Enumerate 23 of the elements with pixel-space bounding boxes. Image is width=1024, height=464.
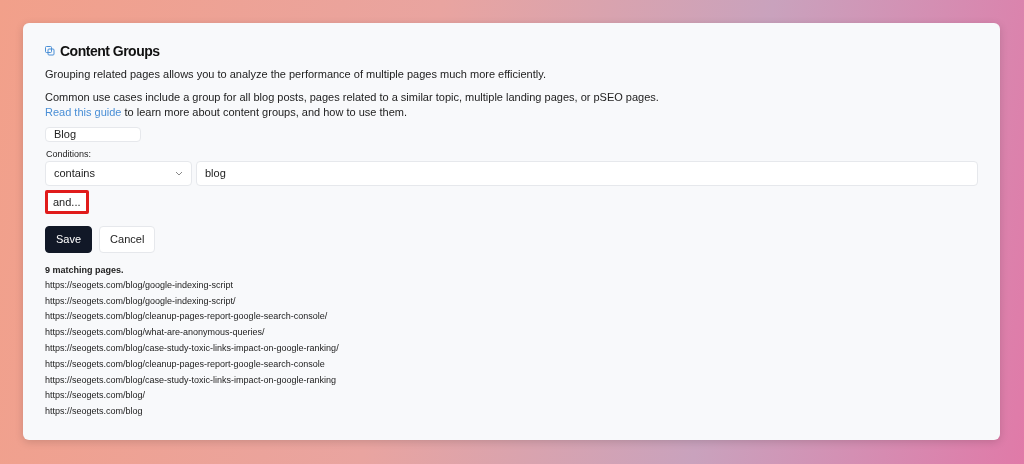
page-url: https://seogets.com/blog bbox=[45, 405, 144, 419]
page-title: Content Groups bbox=[60, 43, 160, 59]
name-field[interactable]: Blog bbox=[45, 127, 141, 142]
page-url: https://seogets.com/blog/google-indexing-script bbox=[45, 278, 235, 292]
page-url: https://seogets.com/blog/case-study-toxic-links-impact-on-google-ranking/ bbox=[45, 342, 340, 355]
page-url: https://seogets.com/blog/case-study-toxic-links-impact-on-google-ranking bbox=[45, 373, 338, 387]
use-cases-text: Common use cases include a group for all blog posts, pages related to a similar topic, multiple landing pages, or pSEO pages. bbox=[45, 90, 660, 105]
page-url: https://seogets.com/blog/what-are-anonymous-queries/ bbox=[45, 326, 266, 340]
match-count: 9 matching pages. bbox=[45, 263, 125, 277]
and-button[interactable]: and... bbox=[45, 189, 89, 214]
page-url: https://seogets.com/blog/ bbox=[45, 389, 147, 403]
copy-icon bbox=[45, 46, 55, 56]
operator-select[interactable]: contains bbox=[45, 160, 192, 186]
page-url: https://seogets.com/blog/cleanup-pages-report-google-search-console/ bbox=[45, 310, 329, 324]
guide-text: Read this guide to learn more about content groups, and how to use them. bbox=[45, 105, 409, 120]
conditions-label: Conditions: bbox=[46, 148, 93, 159]
condition-value-field[interactable]: blog bbox=[196, 160, 978, 186]
cancel-button[interactable]: Cancel bbox=[99, 225, 156, 253]
page-url: https://seogets.com/blog/cleanup-pages-report-google-search-console bbox=[45, 357, 326, 371]
chevron-down-icon bbox=[175, 170, 183, 176]
save-button[interactable]: Save bbox=[45, 225, 93, 253]
page-url: https://seogets.com/blog/google-indexing-script/ bbox=[45, 294, 237, 308]
intro-text: Grouping related pages allows you to analyze the performance of multiple pages much more efficiently. bbox=[45, 67, 547, 82]
